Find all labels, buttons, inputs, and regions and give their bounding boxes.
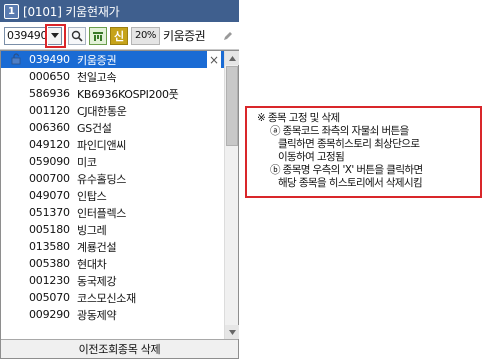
history-name: 천일고속 <box>77 70 117 84</box>
margin-rate-badge: 20% <box>131 26 161 45</box>
window-number-badge: 1 <box>4 3 19 19</box>
stock-name-label: 키움증권 <box>163 29 206 43</box>
scroll-up-button[interactable] <box>225 51 239 65</box>
history-name: 인탑스 <box>77 189 107 203</box>
history-code: 000700 <box>29 172 70 185</box>
chevron-down-icon <box>50 32 59 38</box>
history-row[interactable]: 051370 인터플렉스 <box>1 204 224 221</box>
history-code: 005070 <box>29 291 70 304</box>
history-row[interactable]: 005070 코스모신소재 <box>1 289 224 306</box>
history-name: 유수홀딩스 <box>77 172 127 186</box>
annotation-a-line2: 클릭하면 종목히스토리 최상단으로 <box>278 138 420 150</box>
history-row[interactable]: 000650 천일고속 <box>1 68 224 85</box>
history-name: 계룡건설 <box>77 240 117 254</box>
pencil-icon <box>224 31 233 40</box>
history-name: 코스모신소재 <box>77 291 136 305</box>
history-code: 586936 <box>29 87 70 100</box>
delete-item-button[interactable]: × <box>207 51 221 68</box>
history-row[interactable]: 009290 광동제약 <box>1 306 224 323</box>
history-name: KB6936KOSPI200풋 <box>77 87 179 101</box>
history-code: 005380 <box>29 257 70 270</box>
history-row[interactable]: 005180 빙그레 <box>1 221 224 238</box>
history-row[interactable]: 001120 CJ대한통운 <box>1 102 224 119</box>
annotation-b-line2: 해당 종목을 히스토리에서 삭제시킴 <box>278 177 423 189</box>
screen: 1 [0101] 키움현재가 039490 신 20% 키움증권 039490 … <box>0 0 482 359</box>
annotation-b-line1: ⓑ 종목명 우측의 'X' 버튼을 클릭하면 <box>270 164 423 176</box>
history-name: 인터플렉스 <box>77 206 127 220</box>
history-code: 009290 <box>29 308 70 321</box>
edit-button[interactable] <box>221 27 235 45</box>
history-code: 001120 <box>29 104 70 117</box>
credit-badge[interactable]: 신 <box>110 26 128 45</box>
history-name: 미코 <box>77 155 97 169</box>
window-title-bar: 1 [0101] 키움현재가 <box>0 0 239 22</box>
history-row[interactable]: 059090 미코 <box>1 153 224 170</box>
history-row[interactable]: 039490 키움증권 × <box>1 51 224 68</box>
history-code: 000650 <box>29 70 70 83</box>
history-name: 동국제강 <box>77 274 117 288</box>
history-code: 006360 <box>29 121 70 134</box>
history-dropdown-button[interactable] <box>48 26 62 45</box>
history-name: 빙그레 <box>77 223 107 237</box>
history-code: 051370 <box>29 206 70 219</box>
annotation-box: ※ 종목 고정 및 삭제 ⓐ 종목코드 좌측의 자물쇠 버튼을 클릭하면 종목히… <box>245 106 482 198</box>
history-code: 049070 <box>29 189 70 202</box>
scroll-down-button[interactable] <box>225 325 239 339</box>
history-code: 039490 <box>29 53 70 66</box>
stock-code-input[interactable]: 039490 <box>4 26 48 45</box>
history-code: 013580 <box>29 240 70 253</box>
history-row[interactable]: 006360 GS건설 <box>1 119 224 136</box>
chart-icon <box>93 31 103 41</box>
chevron-down-icon <box>228 329 236 335</box>
history-row[interactable]: 013580 계룡건설 <box>1 238 224 255</box>
history-list: 039490 키움증권 × 000650 천일고속 586936 KB6936K… <box>1 51 224 339</box>
history-row[interactable]: 000700 유수홀딩스 <box>1 170 224 187</box>
history-row[interactable]: 586936 KB6936KOSPI200풋 <box>1 85 224 102</box>
history-code: 049120 <box>29 138 70 151</box>
history-name: 키움증권 <box>77 53 117 67</box>
annotation-a-line1: ⓐ 종목코드 좌측의 자물쇠 버튼을 <box>270 125 409 137</box>
history-name: 파인디앤씨 <box>77 138 127 152</box>
history-row[interactable]: 049070 인탑스 <box>1 187 224 204</box>
history-row[interactable]: 049120 파인디앤씨 <box>1 136 224 153</box>
annotation-title: ※ 종목 고정 및 삭제 <box>257 112 340 124</box>
highlight-frame <box>45 23 66 48</box>
history-scrollbar[interactable] <box>224 51 239 339</box>
toolbar: 039490 신 20% 키움증권 <box>0 22 239 50</box>
annotation-a-line3: 이동하여 고정됨 <box>278 151 345 163</box>
history-name: GS건설 <box>77 121 112 135</box>
window-title: [0101] 키움현재가 <box>23 4 120 19</box>
history-code: 005180 <box>29 223 70 236</box>
history-row[interactable]: 001230 동국제강 <box>1 272 224 289</box>
lock-icon[interactable] <box>11 53 23 65</box>
search-icon <box>71 30 83 42</box>
history-code: 059090 <box>29 155 70 168</box>
search-button[interactable] <box>68 26 86 45</box>
chart-button[interactable] <box>89 26 107 45</box>
history-name: 광동제약 <box>77 308 117 322</box>
history-row[interactable]: 005380 현대차 <box>1 255 224 272</box>
clear-history-button[interactable]: 이전조회종목 삭제 <box>1 339 238 358</box>
scroll-thumb[interactable] <box>226 66 238 146</box>
chevron-up-icon <box>228 55 236 61</box>
stock-history-dropdown: 039490 키움증권 × 000650 천일고속 586936 KB6936K… <box>0 50 239 359</box>
history-name: CJ대한통운 <box>77 104 127 118</box>
history-code: 001230 <box>29 274 70 287</box>
history-name: 현대차 <box>77 257 107 271</box>
